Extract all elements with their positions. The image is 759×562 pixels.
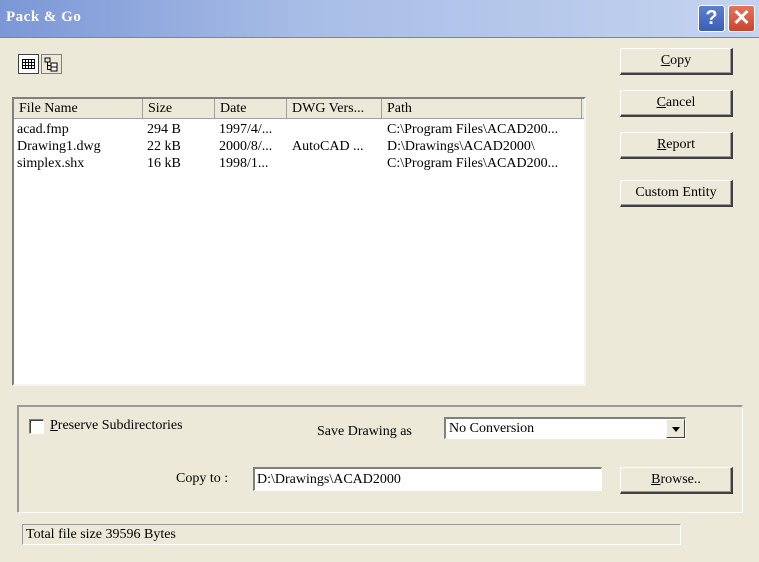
copy-button-mnemonic: C bbox=[660, 53, 671, 68]
copy-to-field[interactable] bbox=[255, 469, 601, 490]
preserve-subdirectories-text: reserve Subdirectories bbox=[57, 418, 183, 433]
cell-dwg-version: AutoCAD ... bbox=[292, 139, 364, 154]
custom-entity-button[interactable]: Custom Entity bbox=[620, 180, 733, 207]
copy-button[interactable]: Copy bbox=[620, 48, 733, 75]
tree-view-button[interactable] bbox=[41, 54, 62, 74]
help-button[interactable]: ? bbox=[698, 5, 725, 32]
cancel-button-mnemonic: C bbox=[656, 95, 666, 110]
cell-date: 2000/8/... bbox=[219, 139, 273, 154]
cell-date: 1997/4/... bbox=[219, 122, 273, 137]
column-header-dwg-version[interactable]: DWG Vers... bbox=[287, 99, 382, 119]
report-button[interactable]: Report bbox=[620, 132, 733, 159]
copy-to-field-wrapper bbox=[253, 467, 602, 491]
copy-button-label: opy bbox=[670, 53, 692, 68]
column-header-size[interactable]: Size bbox=[143, 99, 215, 119]
help-icon: ? bbox=[705, 7, 718, 29]
tree-view-icon bbox=[44, 57, 58, 72]
cell-file-name: acad.fmp bbox=[17, 122, 69, 137]
table-row[interactable]: acad.fmp 294 B 1997/4/... C:\Program Fil… bbox=[14, 121, 584, 138]
save-drawing-as-select[interactable]: No Conversion bbox=[444, 417, 686, 439]
cell-dwg-version bbox=[292, 121, 380, 138]
close-button[interactable]: ✕ bbox=[728, 5, 755, 32]
preserve-subdirectories-mnemonic: P bbox=[50, 418, 58, 433]
cell-size: 294 B bbox=[147, 122, 181, 137]
cell-file-name: simplex.shx bbox=[17, 156, 85, 171]
chevron-down-icon[interactable] bbox=[666, 419, 685, 438]
report-button-label: eport bbox=[666, 137, 696, 152]
copy-to-label: Copy to : bbox=[176, 471, 229, 486]
table-row[interactable]: Drawing1.dwg 22 kB 2000/8/... AutoCAD ..… bbox=[14, 138, 584, 155]
cell-file-name: Drawing1.dwg bbox=[17, 139, 101, 154]
total-file-size: Total file size 39596 Bytes bbox=[26, 527, 176, 542]
status-bar: Total file size 39596 Bytes bbox=[22, 524, 681, 545]
custom-entity-button-label: Custom Entity bbox=[635, 185, 717, 200]
window-title: Pack & Go bbox=[6, 9, 82, 25]
browse-button-label: rowse.. bbox=[660, 472, 701, 487]
report-button-mnemonic: R bbox=[656, 137, 667, 152]
cell-path: C:\Program Files\ACAD200... bbox=[387, 122, 559, 137]
title-bar: Pack & Go ? ✕ bbox=[0, 0, 759, 38]
list-header: File Name Size Date DWG Vers... Path bbox=[14, 99, 584, 119]
cell-path: D:\Drawings\ACAD2000\ bbox=[387, 139, 535, 154]
column-header-date[interactable]: Date bbox=[215, 99, 287, 119]
preserve-subdirectories-checkbox[interactable] bbox=[29, 419, 44, 434]
cell-size: 16 kB bbox=[147, 156, 181, 171]
cancel-button[interactable]: Cancel bbox=[620, 90, 733, 117]
cell-path: C:\Program Files\ACAD200... bbox=[387, 156, 559, 171]
cell-size: 22 kB bbox=[147, 139, 181, 154]
details-view-icon bbox=[22, 59, 35, 69]
column-header-path[interactable]: Path bbox=[382, 99, 582, 119]
column-header-file-name[interactable]: File Name bbox=[14, 99, 143, 119]
cancel-button-label: ancel bbox=[665, 95, 696, 110]
preserve-subdirectories-label[interactable]: Preserve Subdirectories bbox=[50, 418, 183, 434]
cell-dwg-version bbox=[292, 155, 380, 172]
close-icon: ✕ bbox=[732, 5, 751, 30]
save-drawing-as-label: Save Drawing as bbox=[317, 424, 412, 439]
browse-button[interactable]: Browse.. bbox=[620, 467, 733, 494]
cell-date: 1998/1... bbox=[219, 156, 269, 171]
file-list[interactable]: File Name Size Date DWG Vers... Path aca… bbox=[12, 97, 586, 386]
table-row[interactable]: simplex.shx 16 kB 1998/1... C:\Program F… bbox=[14, 155, 584, 172]
details-view-button[interactable] bbox=[18, 54, 39, 74]
save-drawing-as-value: No Conversion bbox=[449, 421, 535, 436]
